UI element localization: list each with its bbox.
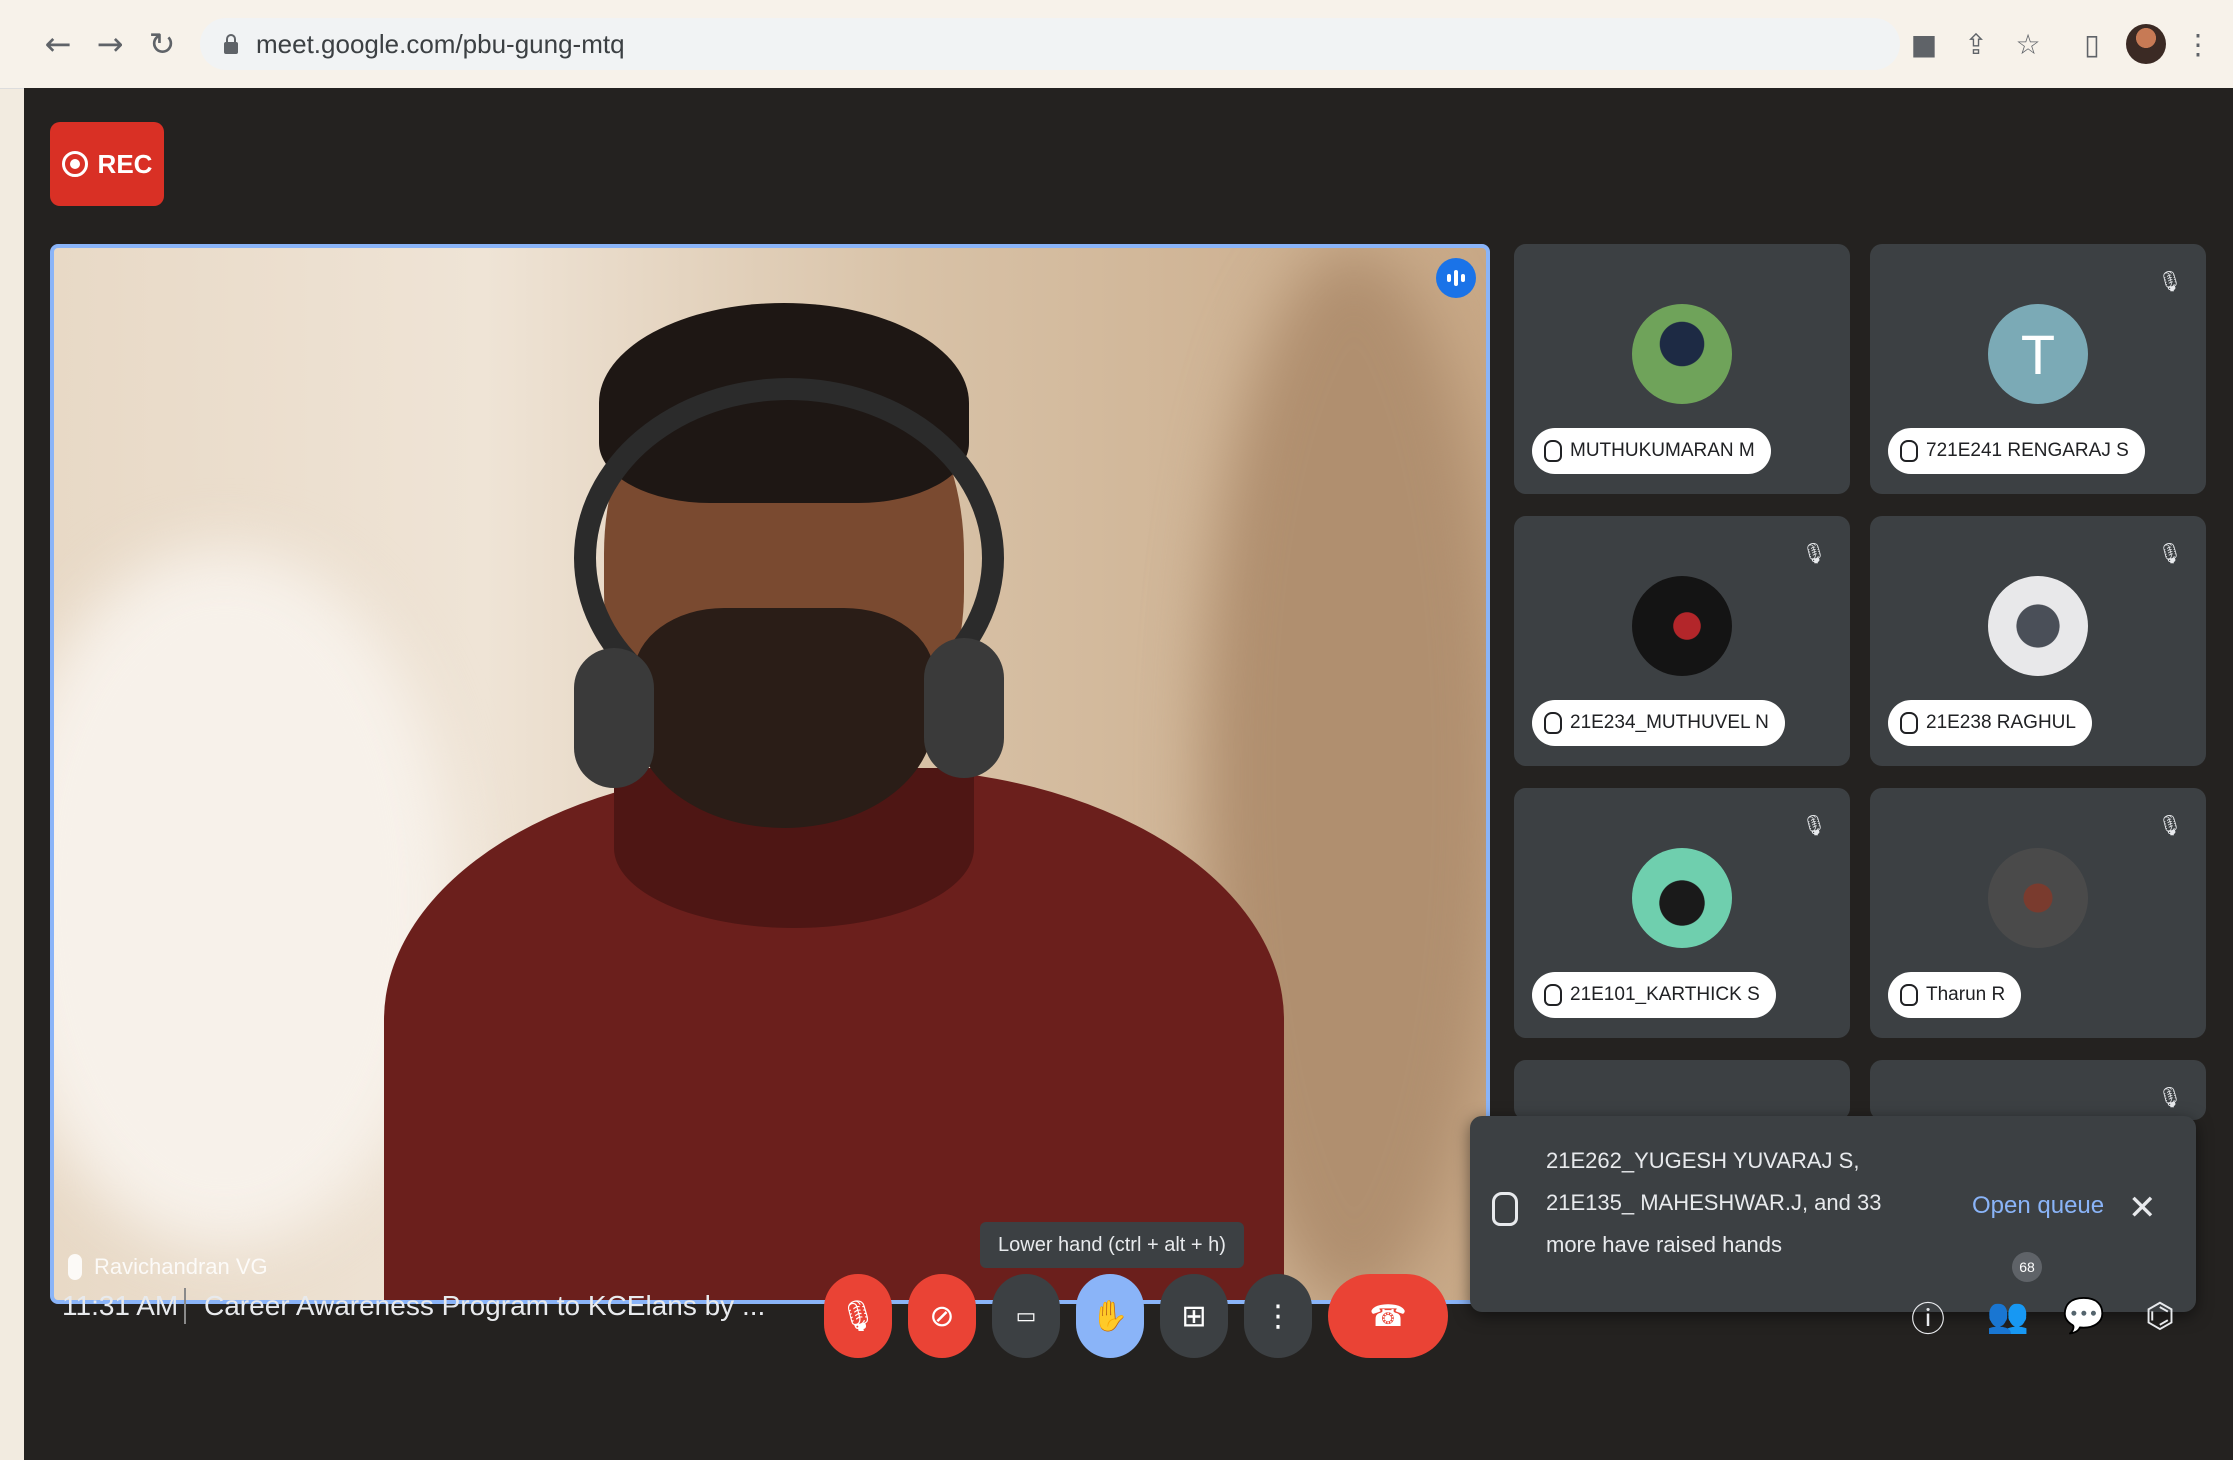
- participant-name: Tharun R: [1926, 984, 2006, 1005]
- raised-hand-icon: [1544, 440, 1562, 462]
- raised-hand-icon: [1492, 1192, 1518, 1226]
- participant-tile[interactable]: 🎙 21E238 RAGHUL: [1870, 516, 2206, 766]
- back-arrow-icon[interactable]: ←: [36, 22, 80, 66]
- participant-avatar: [1988, 576, 2088, 676]
- raised-hand-icon: [1544, 712, 1562, 734]
- mic-off-button[interactable]: 🎙: [824, 1274, 892, 1358]
- browser-toolbar: ← → ↻ meet.google.com/pbu-gung-mtq ■ ⇪ ☆…: [0, 0, 2233, 89]
- main-speaker-name: Ravichandran VG: [94, 1254, 268, 1279]
- bookmark-star-icon[interactable]: ☆: [2010, 26, 2046, 62]
- reload-icon[interactable]: ↻: [140, 22, 184, 66]
- close-icon[interactable]: ✕: [2128, 1188, 2157, 1228]
- participant-name-chip: 21E101_KARTHICK S: [1532, 972, 1776, 1018]
- forward-arrow-icon[interactable]: →: [88, 22, 132, 66]
- mic-off-icon: 🎙: [2157, 813, 2183, 837]
- camera-in-use-icon[interactable]: ■: [1906, 26, 1942, 62]
- speaking-indicator-icon: [1436, 258, 1476, 298]
- divider: [184, 1288, 186, 1324]
- participant-tile[interactable]: 🎙 Tharun R: [1870, 788, 2206, 1038]
- open-queue-button[interactable]: Open queue: [1972, 1192, 2104, 1220]
- camera-off-icon: ⊘: [929, 1298, 955, 1334]
- url-text: meet.google.com/pbu-gung-mtq: [256, 28, 625, 59]
- headset-earcup-right: [924, 638, 1004, 778]
- mic-off-icon: 🎙: [2157, 1085, 2183, 1109]
- raised-hand-icon: [1544, 984, 1562, 1006]
- participant-name: 21E101_KARTHICK S: [1570, 984, 1760, 1005]
- more-options-button[interactable]: ⋮: [1244, 1274, 1312, 1358]
- record-icon: [61, 151, 88, 177]
- main-speaker-video[interactable]: Ravichandran VG: [50, 244, 1490, 1304]
- main-speaker-label: Ravichandran VG: [68, 1254, 268, 1280]
- participant-tile[interactable]: 🎙 21E234_MUTHUVEL N: [1514, 516, 1850, 766]
- people-count-badge: 68: [2012, 1252, 2042, 1282]
- activities-icon[interactable]: ⌬: [2136, 1288, 2184, 1344]
- captions-button[interactable]: ▭: [992, 1274, 1060, 1358]
- chat-icon[interactable]: 💬: [2060, 1288, 2108, 1344]
- meeting-title[interactable]: Career Awareness Program to KCElans by .…: [204, 1290, 765, 1322]
- share-icon[interactable]: ⇪: [1958, 26, 1994, 62]
- present-button[interactable]: ⊞: [1160, 1274, 1228, 1358]
- raised-hands-text: 21E262_YUGESH YUVARAJ S, 21E135_ MAHESHW…: [1546, 1148, 1882, 1257]
- mic-off-icon: 🎙: [1801, 813, 1827, 837]
- participant-tile[interactable]: MUTHUKUMARAN M: [1514, 244, 1850, 494]
- recording-badge: REC: [50, 122, 164, 206]
- raise-hand-button[interactable]: ✋: [1076, 1274, 1144, 1358]
- participant-name-chip: 21E234_MUTHUVEL N: [1532, 700, 1785, 746]
- mic-off-icon: 🎙: [1801, 541, 1827, 565]
- info-icon[interactable]: ⓘ: [1904, 1288, 1952, 1344]
- raised-hand-icon: [1900, 440, 1918, 462]
- profile-avatar[interactable]: [2126, 24, 2166, 64]
- participant-name-chip: Tharun R: [1888, 972, 2022, 1018]
- rec-label: REC: [97, 148, 153, 179]
- participant-name: MUTHUKUMARAN M: [1570, 440, 1755, 461]
- camera-off-button[interactable]: ⊘: [908, 1274, 976, 1358]
- mic-off-icon: 🎙: [2157, 541, 2183, 565]
- participant-tile-partial[interactable]: 🎙: [1870, 1060, 2206, 1120]
- mic-icon: [68, 1254, 82, 1280]
- mic-off-icon: 🎙: [2157, 269, 2183, 293]
- participant-name-chip: MUTHUKUMARAN M: [1532, 428, 1771, 474]
- headset-earcup-left: [574, 648, 654, 788]
- lower-hand-tooltip: Lower hand (ctrl + alt + h): [980, 1222, 1244, 1268]
- more-options-icon: ⋮: [1263, 1298, 1293, 1334]
- participant-tile[interactable]: 🎙 21E101_KARTHICK S: [1514, 788, 1850, 1038]
- captions-icon: ▭: [1015, 1303, 1037, 1329]
- mic-off-icon: 🎙: [838, 1298, 878, 1334]
- participant-name-chip: 21E238 RAGHUL: [1888, 700, 2092, 746]
- raised-hands-notification: 21E262_YUGESH YUVARAJ S, 21E135_ MAHESHW…: [1470, 1116, 2196, 1312]
- lock-icon: [222, 33, 240, 55]
- participant-avatar: T: [1988, 304, 2088, 404]
- participant-tile-partial[interactable]: [1514, 1060, 1850, 1120]
- participant-tile[interactable]: 🎙 T 721E241 RENGARAJ S: [1870, 244, 2206, 494]
- people-icon[interactable]: 👥: [1984, 1288, 2032, 1344]
- participant-name: 721E241 RENGARAJ S: [1926, 440, 2129, 461]
- raised-hand-icon: [1900, 984, 1918, 1006]
- meet-window: REC Ravichandran VG MUTHUKUMARAN M 🎙 T 7…: [24, 88, 2233, 1460]
- participant-avatar: [1988, 848, 2088, 948]
- side-panel-icon[interactable]: ▯: [2074, 26, 2110, 62]
- participant-name-chip: 721E241 RENGARAJ S: [1888, 428, 2145, 474]
- raised-hand-icon: [1900, 712, 1918, 734]
- participant-name: 21E238 RAGHUL: [1926, 712, 2076, 733]
- end-call-icon: ☎: [1369, 1298, 1407, 1334]
- hand-icon: ✋: [1091, 1298, 1129, 1334]
- present-icon: ⊞: [1181, 1298, 1207, 1334]
- end-call-button[interactable]: ☎: [1328, 1274, 1448, 1358]
- address-bar[interactable]: meet.google.com/pbu-gung-mtq: [200, 18, 1900, 70]
- meeting-time: 11:31 AM: [62, 1290, 179, 1321]
- participant-avatar: [1632, 304, 1732, 404]
- participant-name: 21E234_MUTHUVEL N: [1570, 712, 1769, 733]
- participant-avatar: [1632, 848, 1732, 948]
- kebab-menu-icon[interactable]: ⋮: [2180, 26, 2216, 62]
- participant-avatar: [1632, 576, 1732, 676]
